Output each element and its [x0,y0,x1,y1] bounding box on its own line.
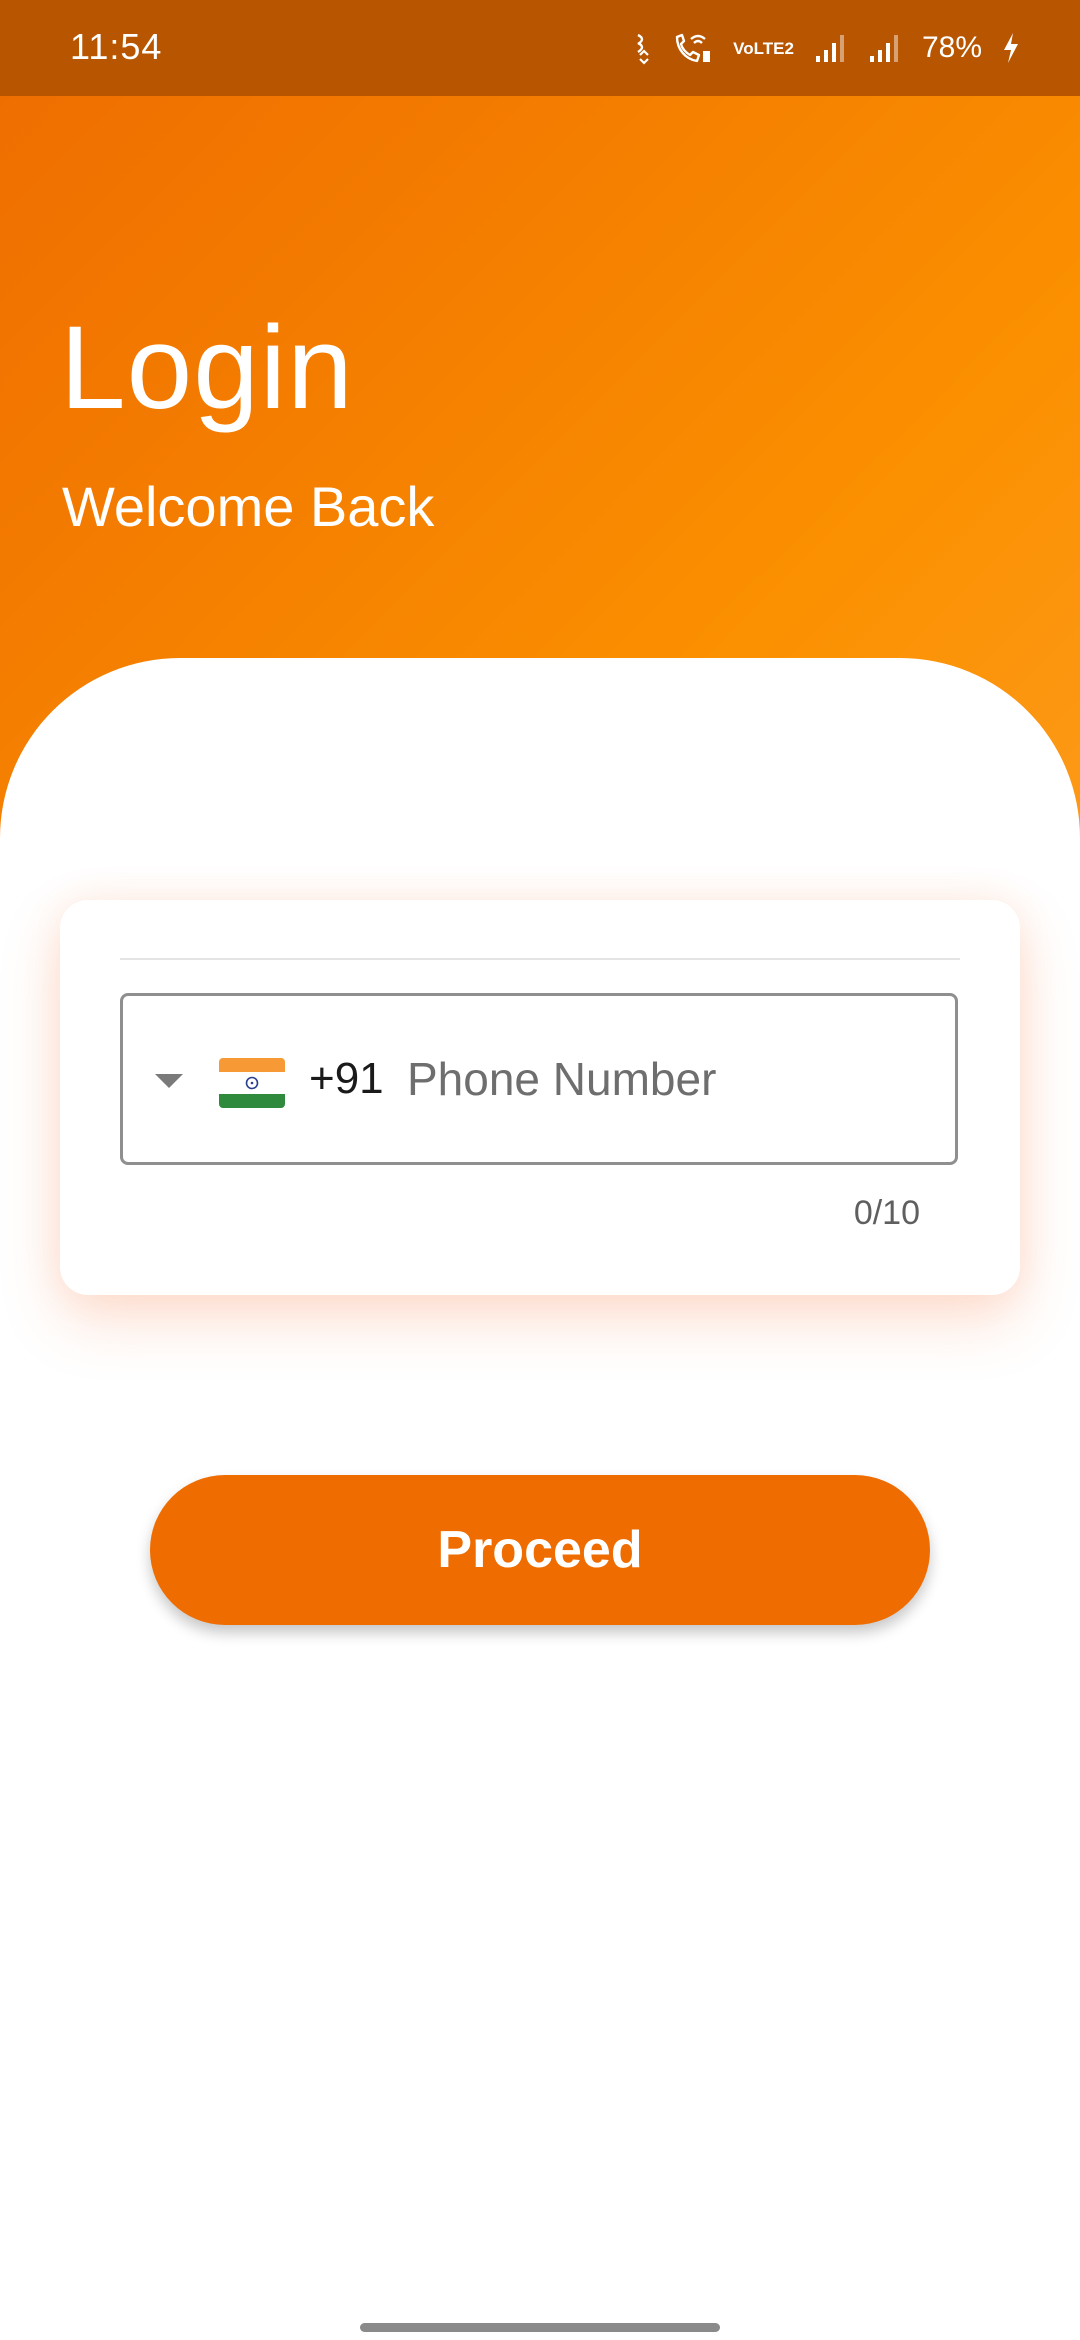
data-transfer-icon [635,31,653,65]
character-counter: 0/10 [853,1194,920,1232]
battery-percentage: 78% [921,31,982,64]
india-flag-icon [219,1058,285,1113]
wifi-calling-icon [673,31,713,65]
phone-number-field[interactable]: +91 [120,993,958,1165]
card-divider [120,958,960,960]
charging-bolt-icon [1002,32,1020,64]
signal-sim1-icon [814,32,848,64]
proceed-button[interactable]: Proceed [150,1475,930,1625]
volte-indicator: Vo LTE2 [733,38,794,58]
status-time: 11:54 [70,26,163,67]
status-icons: Vo LTE2 78% [635,28,1020,68]
phone-login-card: +91 0/10 [60,900,1020,1295]
page-title: Login [60,302,354,434]
country-dropdown-icon[interactable] [153,1072,185,1095]
dial-code: +91 [309,1054,384,1103]
signal-sim2-icon [868,32,902,64]
page-subtitle: Welcome Back [62,475,435,538]
phone-number-input[interactable] [407,1036,927,1122]
home-indicator[interactable] [360,2323,720,2332]
status-bar: 11:54 Vo LTE2 78% [0,0,1080,96]
